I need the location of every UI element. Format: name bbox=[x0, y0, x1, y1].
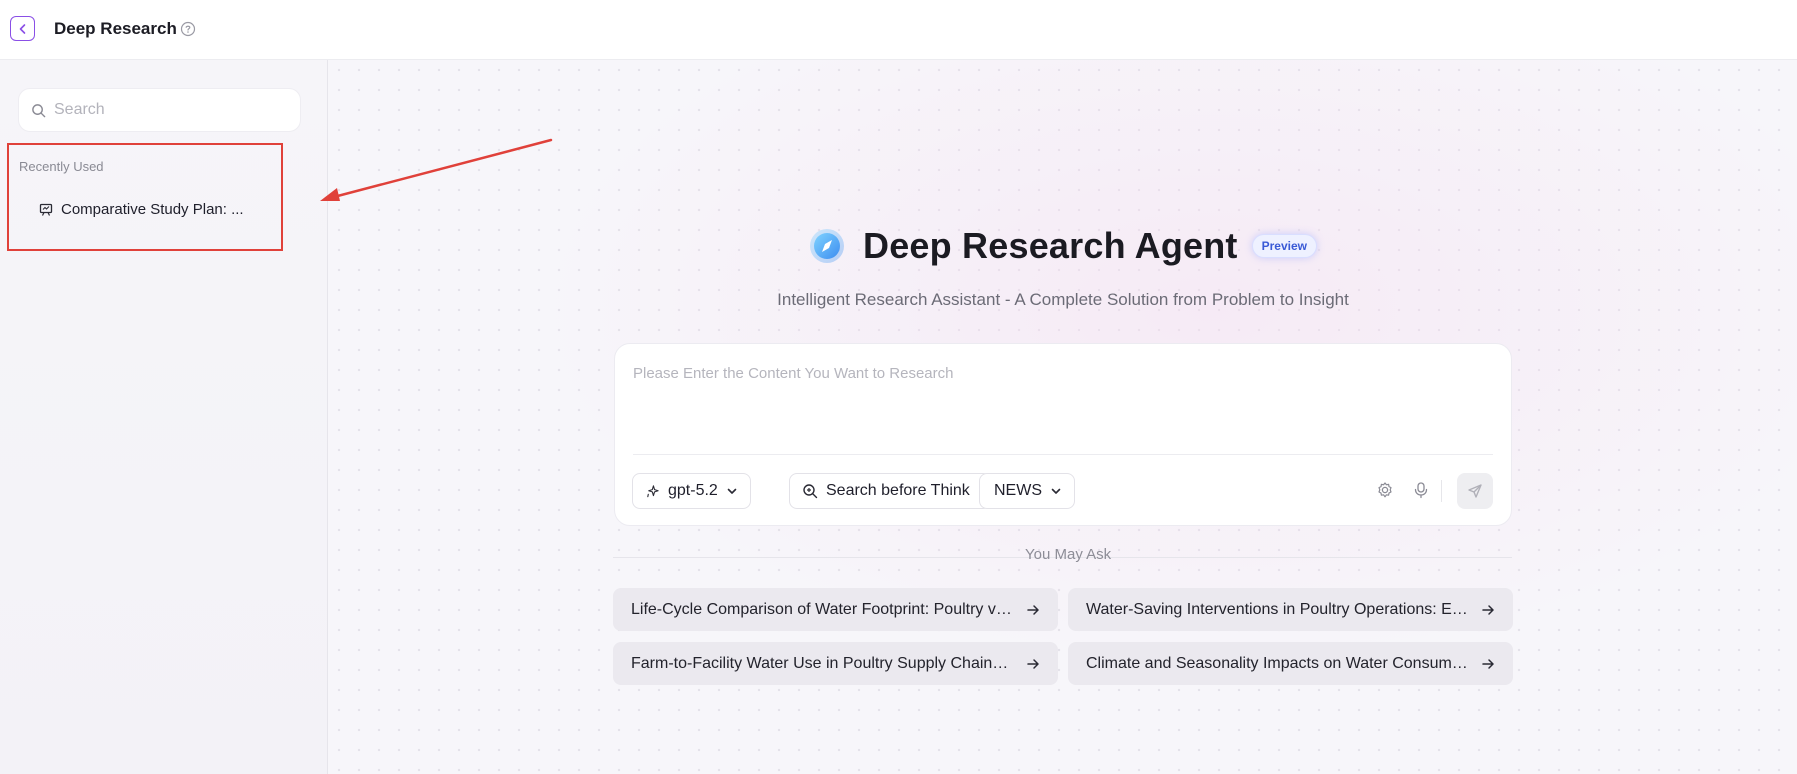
top-bar: Deep Research bbox=[0, 0, 1797, 60]
chevron-down-icon bbox=[727, 488, 737, 494]
sparkle-icon bbox=[647, 484, 659, 497]
chevron-down-icon bbox=[1051, 488, 1061, 494]
send-icon bbox=[1468, 484, 1482, 498]
source-select-label: NEWS bbox=[994, 482, 1042, 499]
recent-item-label: Comparative Study Plan: ... bbox=[61, 201, 244, 218]
suggestions-label: You May Ask bbox=[1025, 546, 1112, 563]
question-circle-icon[interactable] bbox=[180, 21, 196, 37]
preview-badge: Preview bbox=[1251, 234, 1317, 258]
toolbar-separator bbox=[1441, 480, 1442, 502]
hero-title: Deep Research Agent bbox=[863, 225, 1238, 266]
suggestion-text: Water-Saving Interventions in Poultry Op… bbox=[1086, 600, 1469, 618]
recent-item[interactable]: Comparative Study Plan: ... bbox=[39, 201, 244, 218]
suggestion-text: Farm-to-Facility Water Use in Poultry Su… bbox=[631, 654, 1014, 672]
compass-icon bbox=[810, 229, 845, 263]
research-input[interactable]: Please Enter the Content You Want to Res… bbox=[633, 365, 953, 382]
hero: Deep Research Agent Preview bbox=[329, 225, 1797, 267]
search-before-think-label: Search before Think bbox=[826, 482, 970, 499]
arrow-right-icon bbox=[1482, 658, 1494, 669]
arrow-right-icon bbox=[1027, 658, 1039, 669]
settings-icon[interactable] bbox=[1375, 480, 1395, 500]
zoom-search-icon bbox=[803, 484, 818, 499]
suggestion-item[interactable]: Farm-to-Facility Water Use in Poultry Su… bbox=[613, 642, 1058, 685]
arrow-right-icon bbox=[1482, 604, 1494, 615]
search-placeholder: Search bbox=[54, 101, 105, 118]
source-select[interactable]: NEWS bbox=[979, 473, 1075, 509]
suggestion-item[interactable]: Water-Saving Interventions in Poultry Op… bbox=[1068, 588, 1513, 631]
search-before-think-toggle[interactable]: Search before Think bbox=[789, 473, 991, 509]
recently-used-label: Recently Used bbox=[19, 159, 104, 174]
back-button[interactable] bbox=[10, 16, 35, 41]
presentation-icon bbox=[39, 203, 53, 216]
search-input[interactable]: Search bbox=[18, 88, 301, 132]
page-title: Deep Research bbox=[54, 19, 177, 38]
suggestion-text: Life-Cycle Comparison of Water Footprint… bbox=[631, 600, 1014, 618]
suggestion-text: Climate and Seasonality Impacts on Water… bbox=[1086, 654, 1469, 672]
hero-subtitle: Intelligent Research Assistant - A Compl… bbox=[777, 290, 1349, 309]
research-composer: Please Enter the Content You Want to Res… bbox=[614, 343, 1512, 526]
chevron-left-icon bbox=[19, 23, 25, 34]
microphone-icon[interactable] bbox=[1411, 480, 1431, 500]
sidebar: Search Recently Used Comparative Study P… bbox=[0, 60, 328, 774]
model-select-label: gpt-5.2 bbox=[668, 482, 718, 499]
annotation-arrow bbox=[320, 138, 553, 201]
suggestion-item[interactable]: Climate and Seasonality Impacts on Water… bbox=[1068, 642, 1513, 685]
suggestion-item[interactable]: Life-Cycle Comparison of Water Footprint… bbox=[613, 588, 1058, 631]
search-icon bbox=[32, 103, 46, 117]
composer-divider bbox=[633, 454, 1493, 455]
arrow-right-icon bbox=[1027, 604, 1039, 615]
model-select[interactable]: gpt-5.2 bbox=[632, 473, 751, 509]
send-button[interactable] bbox=[1457, 473, 1493, 509]
recently-used-highlight: Recently Used Comparative Study Plan: ..… bbox=[7, 143, 283, 251]
